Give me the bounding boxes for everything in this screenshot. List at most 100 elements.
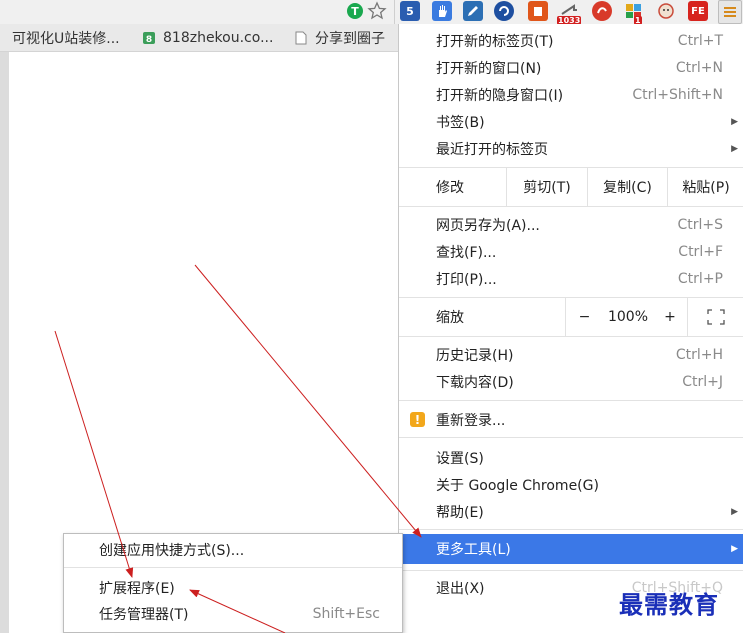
menu-item-label: 扩展程序(E) <box>99 581 175 597</box>
menu-item-label: 历史记录(H) <box>436 347 514 364</box>
menu-item-label: 关于 Google Chrome(G) <box>436 477 599 494</box>
mascot-extension-icon[interactable] <box>656 1 676 21</box>
bookmark-label: 818zhekou.co... <box>163 30 274 46</box>
warning-icon: ! <box>410 412 425 427</box>
menu-item-downloads[interactable]: 下载内容(D) Ctrl+J <box>399 368 743 395</box>
menu-item-more-tools[interactable]: 更多工具(L) ▶ <box>399 534 743 564</box>
svg-text:8: 8 <box>146 35 152 45</box>
menu-separator <box>399 437 743 438</box>
bookmark-label: 可视化U站装修... <box>12 31 120 47</box>
puzzle-extension-icon[interactable]: 1 <box>624 1 644 25</box>
edit-label: 修改 <box>436 180 464 196</box>
menu-item-label: 任务管理器(T) <box>99 607 189 623</box>
menu-item-shortcut: Ctrl+S <box>677 216 723 233</box>
menu-separator <box>399 529 743 530</box>
watermark: 最需教育 <box>619 585 739 619</box>
cut-label: 剪切(T) <box>523 180 571 196</box>
paste-button[interactable]: 粘贴(P) <box>667 168 743 206</box>
menu-item-find[interactable]: 查找(F)... Ctrl+F <box>399 238 743 265</box>
menu-zoom-row: 缩放 − 100% + <box>399 298 743 336</box>
menu-item-shortcut: Ctrl+Shift+N <box>632 86 723 103</box>
menu-separator <box>399 206 743 207</box>
submenu-arrow-icon: ▶ <box>731 506 738 517</box>
hand-extension-icon[interactable] <box>432 1 452 21</box>
menu-item-shortcut: Ctrl+P <box>677 270 723 287</box>
menu-item-label: 下载内容(D) <box>436 374 514 391</box>
fe-extension-icon[interactable]: FE <box>688 1 708 21</box>
menu-item-history[interactable]: 历史记录(H) Ctrl+H <box>399 341 743 368</box>
menu-separator <box>64 567 402 568</box>
svg-text:T: T <box>351 5 359 18</box>
watermark-text: 最需教育 <box>619 590 719 619</box>
paste-label: 粘贴(P) <box>682 180 730 196</box>
menu-item-save-page[interactable]: 网页另存为(A)... Ctrl+S <box>399 211 743 238</box>
menu-item-label: 打开新的标签页(T) <box>436 33 554 50</box>
menu-item-label: 设置(S) <box>436 450 484 467</box>
page-icon <box>294 31 308 45</box>
menu-item-label: 退出(X) <box>436 580 485 597</box>
menu-item-label: 网页另存为(A)... <box>436 217 540 234</box>
green-shield-extension-icon[interactable]: T <box>345 1 365 21</box>
submenu-item-create-shortcut[interactable]: 创建应用快捷方式(S)... <box>64 537 402 563</box>
page-edge <box>0 52 9 633</box>
menu-item-incognito[interactable]: 打开新的隐身窗口(I) Ctrl+Shift+N <box>399 81 743 108</box>
bookmarks-bar: 可视化U站装修... 8 818zhekou.co... 分享到圈子 <box>0 24 398 52</box>
submenu-item-extensions[interactable]: 扩展程序(E) <box>64 575 402 601</box>
fullscreen-button[interactable] <box>687 298 743 336</box>
menu-item-label: 更多工具(L) <box>436 542 511 558</box>
red-circle-extension-icon[interactable] <box>592 1 612 21</box>
zoom-in-button[interactable]: + <box>653 298 687 336</box>
bookmark-item[interactable]: 8 818zhekou.co... <box>142 29 273 47</box>
pen-extension-icon[interactable] <box>463 1 483 21</box>
zoom-out-button[interactable]: − <box>565 298 603 336</box>
menu-separator <box>399 336 743 337</box>
menu-item-shortcut: Ctrl+F <box>678 243 723 260</box>
swirl-extension-icon[interactable] <box>494 1 514 21</box>
menu-item-settings[interactable]: 设置(S) <box>399 444 743 471</box>
bookmark-item[interactable]: 分享到圈子 <box>294 29 385 47</box>
copy-button[interactable]: 复制(C) <box>587 168 667 206</box>
menu-item-label: 重新登录... <box>436 412 506 429</box>
menu-separator <box>399 400 743 401</box>
menu-item-new-tab[interactable]: 打开新的标签页(T) Ctrl+T <box>399 27 743 54</box>
menu-item-help[interactable]: 帮助(E) ▶ <box>399 498 743 525</box>
chrome-main-menu: 打开新的标签页(T) Ctrl+T 打开新的窗口(N) Ctrl+N 打开新的隐… <box>398 24 743 633</box>
submenu-arrow-icon: ▶ <box>731 143 738 154</box>
browser-toolbar: T 5 1033 1 FE <box>0 0 743 25</box>
menu-item-label: 书签(B) <box>436 114 485 131</box>
menu-item-shortcut: Ctrl+N <box>675 59 723 76</box>
menu-item-shortcut: Ctrl+T <box>677 32 723 49</box>
zoom-out-label: − <box>578 309 591 325</box>
zoom-in-label: + <box>664 309 676 325</box>
cut-button[interactable]: 剪切(T) <box>506 168 587 206</box>
menu-item-label: 最近打开的标签页 <box>436 141 548 158</box>
bookmark-label: 分享到圈子 <box>315 31 385 47</box>
orange-box-extension-icon[interactable] <box>528 1 548 21</box>
menu-item-label: 创建应用快捷方式(S)... <box>99 543 245 559</box>
menu-item-about[interactable]: 关于 Google Chrome(G) <box>399 471 743 498</box>
menu-item-recent-tabs[interactable]: 最近打开的标签页 ▶ <box>399 135 743 162</box>
extension-5-icon[interactable]: 5 <box>400 1 420 21</box>
submenu-item-task-manager[interactable]: 任务管理器(T) Shift+Esc <box>64 601 402 627</box>
menu-item-relogin[interactable]: ! 重新登录... <box>399 406 743 433</box>
zoom-value: 100% <box>603 298 653 336</box>
menu-item-label: 打开新的隐身窗口(I) <box>436 87 564 104</box>
menu-separator <box>399 570 743 571</box>
arrow-extension-icon[interactable]: 1033 <box>557 1 582 25</box>
menu-item-print[interactable]: 打印(P)... Ctrl+P <box>399 265 743 292</box>
bookmark-item[interactable]: 可视化U站装修... <box>12 29 120 47</box>
menu-item-new-window[interactable]: 打开新的窗口(N) Ctrl+N <box>399 54 743 81</box>
star-bookmark-icon[interactable] <box>367 1 387 21</box>
site-favicon-icon: 8 <box>142 31 156 45</box>
menu-item-bookmarks[interactable]: 书签(B) ▶ <box>399 108 743 135</box>
more-tools-submenu: 创建应用快捷方式(S)... 扩展程序(E) 任务管理器(T) Shift+Es… <box>63 533 403 633</box>
menu-item-label: 打开新的窗口(N) <box>436 60 542 77</box>
submenu-arrow-icon: ▶ <box>731 116 738 127</box>
menu-item-shortcut: Ctrl+J <box>682 373 723 390</box>
chrome-menu-icon[interactable] <box>718 0 742 24</box>
zoom-value-label: 100% <box>607 309 649 325</box>
menu-item-shortcut: Ctrl+H <box>675 346 723 363</box>
menu-item-label: 打印(P)... <box>436 271 497 288</box>
fullscreen-icon <box>707 309 725 325</box>
copy-label: 复制(C) <box>603 180 652 196</box>
